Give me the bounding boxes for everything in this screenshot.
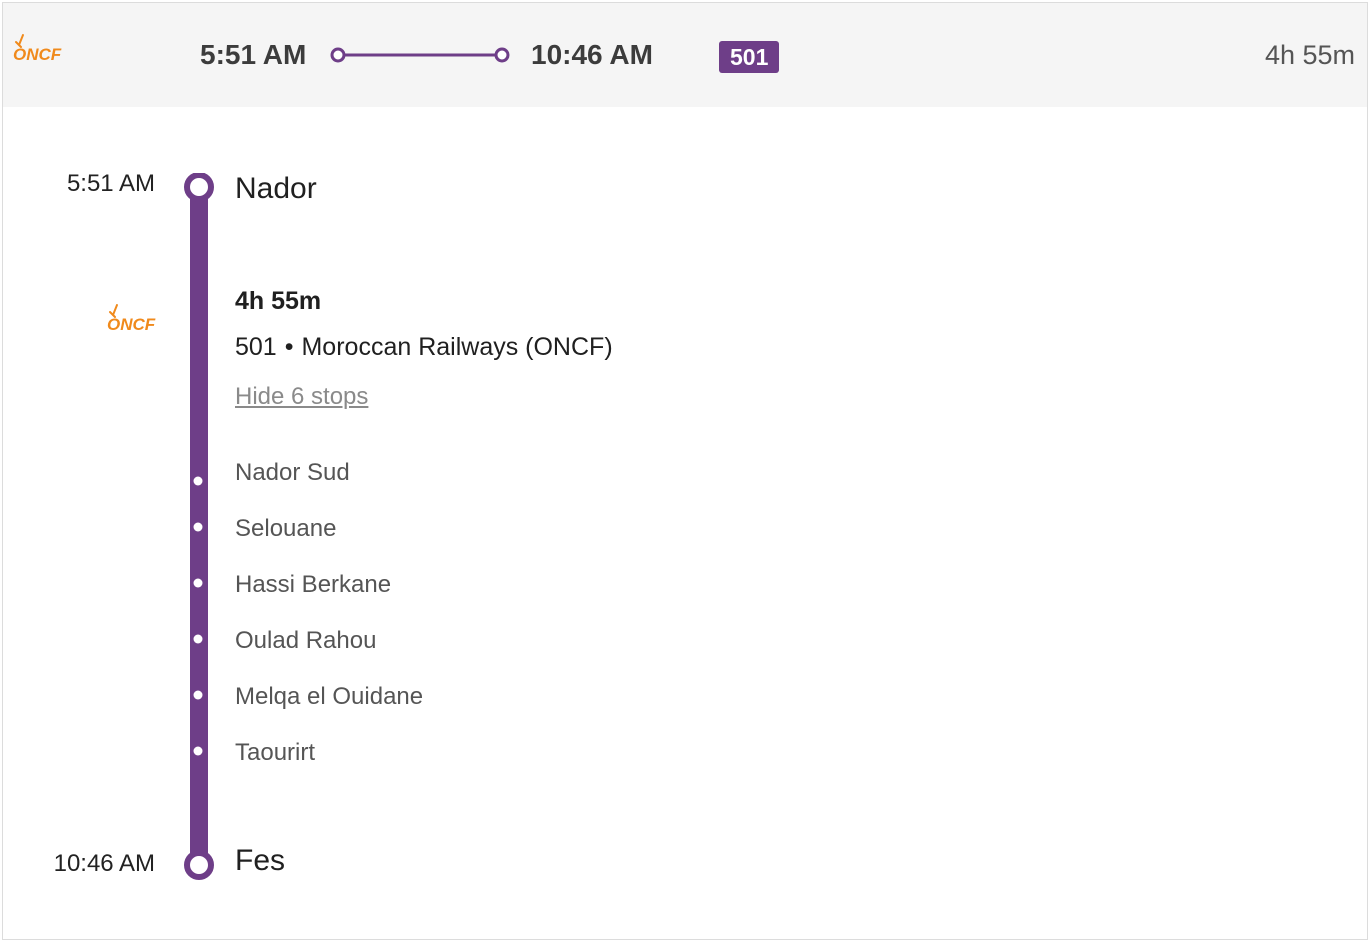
arrival-time: 10:46 AM [53,850,155,877]
separator-dot: • [284,333,294,361]
route-line-icon [330,47,510,63]
leg-duration: 4h 55m [235,287,322,315]
arrival-node-icon [184,850,214,880]
stop-item: Melqa el Ouidane [235,683,424,710]
summary-arrival-time: 10:46 AM [531,39,653,70]
hide-stops-link[interactable]: Hide 6 stops [235,381,368,413]
oncf-logo-icon: ONCF [107,303,167,343]
train-number-badge: 501 [719,41,780,73]
oncf-logo-icon: ONCF [13,33,73,73]
leg-operator: Moroccan Railways (ONCF) [301,333,613,361]
logo-text: ONCF [107,315,156,334]
departure-node-icon [184,173,214,202]
logo-text: ONCF [13,45,62,64]
arrival-station: Fes [235,844,286,877]
stop-dot-icon [193,634,203,644]
stop-dot-icon [193,746,203,756]
departure-time: 5:51 AM [66,170,155,197]
leg-train-number: 501 [235,333,277,361]
stop-item: Hassi Berkane [235,571,392,598]
stop-item: Selouane [235,515,337,542]
trip-summary-header[interactable]: ONCF 5:51 AM 10:46 AM 501 4h 55m [3,3,1367,107]
trip-card: ONCF 5:51 AM 10:46 AM 501 4h 55m 5:51 AM… [2,2,1368,940]
stop-dot-icon [193,690,203,700]
stop-item: Oulad Rahou [235,627,377,654]
stop-dot-icon [193,522,203,532]
stop-dot-icon [193,476,203,486]
summary-duration: 4h 55m [1264,40,1355,70]
intermediate-stops-list: Nador Sud Selouane Hassi Berkane Oulad R… [235,455,423,791]
leg-service-info: 501 • Moroccan Railways (ONCF) [235,331,613,363]
stop-item: Taourirt [235,739,316,766]
summary-departure-time: 5:51 AM [200,39,307,70]
stop-dot-icon [193,578,203,588]
stop-item: Nador Sud [235,459,350,486]
departure-station: Nador [235,172,317,205]
itinerary-timeline [184,173,214,880]
